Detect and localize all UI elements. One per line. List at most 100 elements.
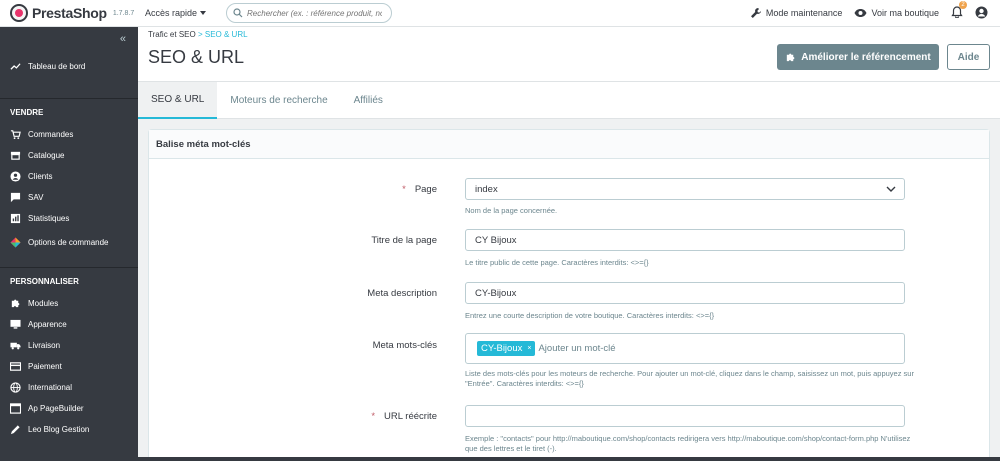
stats-icon: [10, 213, 21, 224]
keywords-tag-input[interactable]: CY-Bijoux × Ajouter un mot-clé: [465, 333, 905, 364]
breadcrumb: Trafic et SEO > SEO & URL: [148, 30, 248, 39]
pen-icon: [10, 425, 20, 435]
meta-keywords-panel: Balise méta mot-clés * Page index Nom de …: [148, 129, 990, 461]
sidebar-item-label: Modules: [28, 299, 59, 308]
sidebar-item-label: International: [28, 383, 73, 392]
view-shop-link[interactable]: Voir ma boutique: [854, 8, 939, 18]
breadcrumb-current[interactable]: SEO & URL: [205, 30, 248, 39]
sidebar-item-modules[interactable]: Modules: [0, 293, 138, 314]
title-input-value: CY Bijoux: [475, 234, 517, 246]
keywords-help: Liste des mots-clés pour les moteurs de …: [465, 369, 914, 388]
view-shop-label: Voir ma boutique: [871, 8, 939, 18]
title-input[interactable]: CY Bijoux: [465, 229, 905, 251]
sidebar-item-label: Ap PageBuilder: [28, 404, 84, 413]
chevron-down-icon: [886, 186, 896, 192]
chat-icon: [10, 192, 21, 203]
tab-bar: SEO & URL Moteurs de recherche Affiliés: [138, 81, 1000, 119]
sidebar-item-label: Apparence: [28, 320, 67, 329]
globe-icon: [10, 382, 21, 393]
sidebar-item-label: Clients: [28, 172, 53, 181]
section-sell-title: VENDRE: [10, 107, 44, 117]
sidebar-item-catalogue[interactable]: Catalogue: [0, 145, 138, 166]
sidebar-item-commandes[interactable]: Commandes: [0, 124, 138, 145]
cart-icon: [10, 130, 21, 140]
wrench-icon: [750, 8, 761, 18]
description-help: Entrez une courte description de votre b…: [465, 311, 715, 320]
tab-search-engines[interactable]: Moteurs de recherche: [217, 82, 340, 119]
sidebar-item-livraison[interactable]: Livraison: [0, 335, 138, 356]
sidebar-item-label: Tableau de bord: [28, 62, 86, 71]
sidebar: « Tableau de bord VENDRE Commandes Catal…: [0, 27, 138, 461]
improve-seo-label: Améliorer le référencement: [801, 51, 931, 63]
page-header: Trafic et SEO > SEO & URL SEO & URL Amél…: [138, 27, 1000, 81]
collapse-sidebar-icon[interactable]: «: [120, 33, 126, 45]
sidebar-item-ap-pagebuilder[interactable]: Ap PageBuilder: [0, 398, 138, 419]
quick-access-label: Accès rapide: [145, 8, 198, 18]
panel-heading: Balise méta mot-clés: [149, 130, 989, 159]
caret-down-icon: [200, 11, 207, 15]
sidebar-item-paiement[interactable]: Paiement: [0, 356, 138, 377]
sidebar-item-label: SAV: [28, 193, 44, 202]
puzzle-icon: [787, 53, 795, 61]
improve-seo-button[interactable]: Améliorer le référencement: [777, 44, 939, 70]
search-icon: [233, 8, 243, 18]
quick-access-dropdown[interactable]: Accès rapide: [145, 8, 207, 18]
sidebar-item-options-commande[interactable]: Options de commande: [0, 229, 138, 255]
keyword-placeholder: Ajouter un mot-clé: [538, 343, 616, 354]
eye-icon: [854, 9, 867, 17]
sidebar-item-label: Statistiques: [28, 214, 70, 223]
maintenance-link[interactable]: Mode maintenance: [750, 7, 842, 19]
description-input-value: CY-Bijoux: [475, 287, 517, 299]
search-box[interactable]: [226, 3, 393, 23]
card-icon: [10, 362, 21, 371]
logo[interactable]: PrestaShop 1.7.8.7: [0, 4, 145, 22]
top-bar: PrestaShop 1.7.8.7 Accès rapide Mode mai…: [0, 0, 1000, 27]
trending-icon: [10, 63, 21, 70]
sidebar-item-label: Paiement: [28, 362, 62, 371]
window-icon: [10, 403, 21, 414]
sidebar-item-sav[interactable]: SAV: [0, 187, 138, 208]
options-icon: [10, 236, 21, 248]
search-input[interactable]: [247, 8, 383, 18]
tag-remove-icon[interactable]: ×: [527, 345, 531, 352]
keyword-tag: CY-Bijoux ×: [477, 341, 536, 356]
sidebar-item-international[interactable]: International: [0, 377, 138, 398]
breadcrumb-parent[interactable]: Trafic et SEO: [148, 30, 196, 39]
bottom-strip: [138, 457, 1000, 461]
sidebar-item-label: Catalogue: [28, 151, 65, 160]
sidebar-item-label: Livraison: [28, 341, 61, 350]
url-input[interactable]: [465, 405, 905, 427]
page-select-value: index: [475, 183, 498, 195]
keywords-label: Meta mots-clés: [372, 340, 437, 351]
required-mark: *: [402, 184, 406, 195]
page-select[interactable]: index: [465, 178, 905, 200]
url-help: Exemple : "contacts" pour http://mabouti…: [465, 434, 911, 453]
required-mark: *: [371, 411, 376, 422]
keyword-tag-label: CY-Bijoux: [481, 343, 523, 354]
sidebar-item-label: Leo Blog Gestion: [28, 425, 90, 434]
tab-affiliates[interactable]: Affiliés: [341, 82, 396, 119]
puzzle-icon: [11, 299, 20, 308]
title-help: Le titre public de cette page. Caractère…: [465, 258, 649, 267]
store-icon: [10, 151, 21, 160]
sidebar-item-clients[interactable]: Clients: [0, 166, 138, 187]
page-title: SEO & URL: [148, 47, 245, 67]
sidebar-item-leo-blog[interactable]: Leo Blog Gestion: [0, 419, 138, 440]
sidebar-item-dashboard[interactable]: Tableau de bord: [0, 56, 138, 77]
page-help: Nom de la page concernée.: [465, 206, 558, 215]
help-button[interactable]: Aide: [947, 44, 990, 70]
truck-icon: [10, 342, 21, 350]
account-button[interactable]: [975, 6, 988, 21]
breadcrumb-separator: >: [197, 30, 203, 39]
sidebar-item-apparence[interactable]: Apparence: [0, 314, 138, 335]
page-label: * Page: [402, 184, 437, 195]
sidebar-item-statistiques[interactable]: Statistiques: [0, 208, 138, 229]
monitor-icon: [10, 319, 21, 329]
notifications-button[interactable]: 2: [951, 1, 967, 20]
tab-seo-url[interactable]: SEO & URL: [138, 82, 218, 119]
sidebar-item-label: Options de commande: [28, 237, 109, 247]
description-input[interactable]: CY-Bijoux: [465, 282, 905, 304]
sidebar-item-label: Commandes: [28, 130, 74, 139]
user-icon: [10, 171, 21, 182]
url-label: * URL réécrite: [371, 411, 437, 422]
